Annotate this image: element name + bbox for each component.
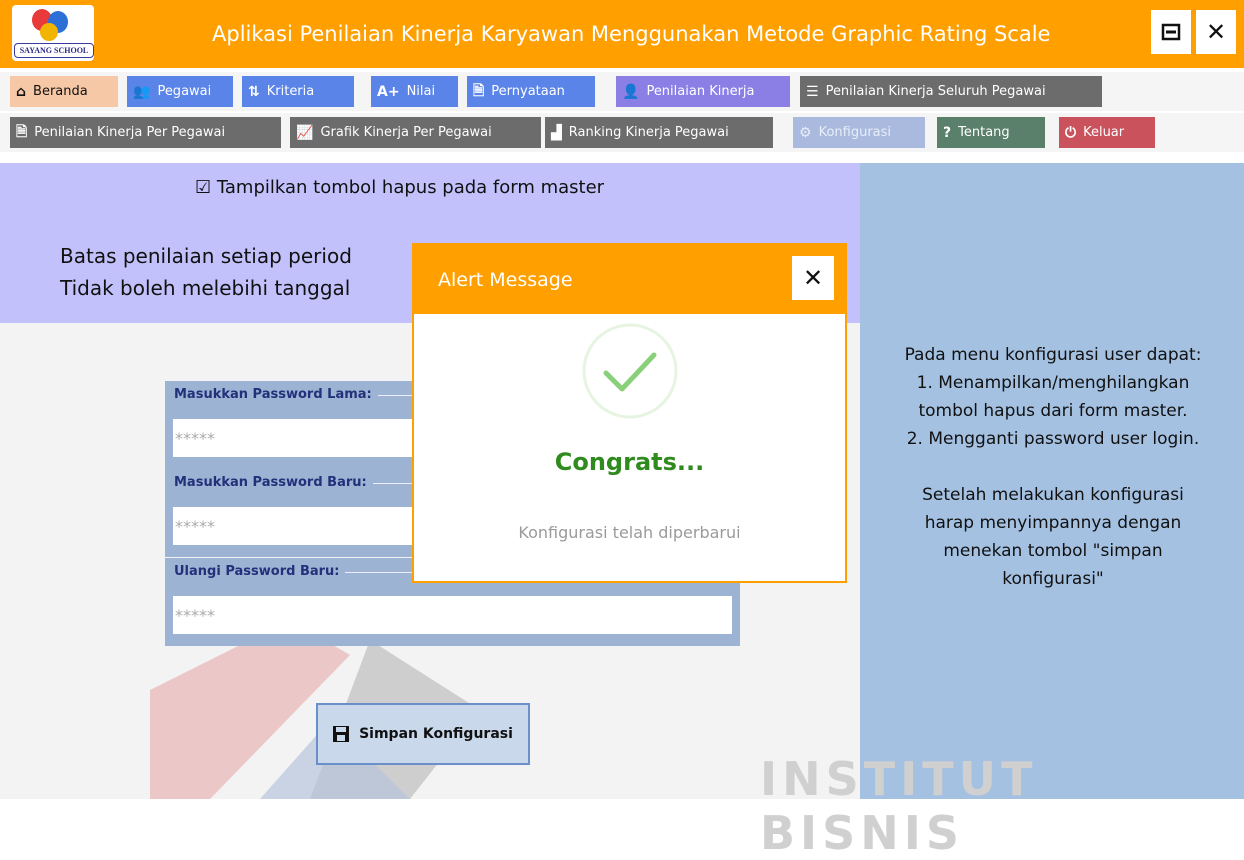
ranking-icon: ▟ [551, 124, 562, 141]
alert-title: Alert Message [438, 269, 573, 291]
chart-icon: 📈 [296, 124, 314, 141]
menu-penilaian-kinerja-per-pegawai[interactable]: 🗎 Penilaian Kinerja Per Pegawai [10, 117, 281, 148]
menu-pegawai[interactable]: 👥 Pegawai [127, 76, 233, 107]
minimize-icon [1161, 23, 1181, 41]
menu-pernyataan[interactable]: 🗎 Pernyataan [467, 76, 595, 107]
menu-grafik-kinerja-per-pegawai[interactable]: 📈 Grafik Kinerja Per Pegawai [290, 117, 541, 148]
repeat-password-label: Ulangi Password Baru: [174, 564, 346, 579]
menu-beranda[interactable]: ⌂ Beranda [10, 76, 118, 107]
document-icon: 🗎 [16, 123, 28, 140]
alert-header: Alert Message ✕ [414, 245, 845, 314]
menu-tentang[interactable]: ? Tentang [937, 117, 1045, 148]
help-text: Pada menu konfigurasi user dapat: 1. Men… [904, 345, 1202, 589]
menu-penilaian-kinerja[interactable]: 👤 Penilaian Kinerja [616, 76, 790, 107]
home-icon: ⌂ [16, 83, 27, 100]
save-icon [333, 726, 350, 742]
grade-icon: A+ [377, 83, 400, 100]
repeat-password-field[interactable] [173, 596, 732, 634]
school-logo: SAYANG SCHOOL [12, 5, 94, 61]
app-title: Aplikasi Penilaian Kinerja Karyawan Meng… [212, 22, 1051, 46]
checkbox-checked-icon: ☑ [195, 177, 212, 198]
close-icon: ✕ [1205, 18, 1227, 46]
users-icon: 👥 [133, 83, 151, 100]
close-icon: ✕ [802, 264, 824, 292]
menu-row-1: ⌂ Beranda 👥 Pegawai ⇅ Kriteria A+ Nilai 🗎 Per… [0, 72, 1244, 111]
power-icon: ⏻ [1065, 124, 1077, 141]
save-configuration-button[interactable]: Simpan Konfigurasi [316, 703, 530, 765]
show-delete-label: Tampilkan tombol hapus pada form master [216, 177, 605, 198]
show-delete-checkbox[interactable]: ☑ Tampilkan tombol hapus pada form maste… [195, 177, 604, 198]
menu-konfigurasi[interactable]: ⚙ Konfigurasi [793, 117, 925, 148]
alert-close-button[interactable]: ✕ [792, 256, 834, 300]
new-password-label: Masukkan Password Baru: [174, 475, 373, 490]
alert-dialog: Alert Message ✕ Congrats... Konfigurasi … [412, 243, 847, 583]
menu-ranking-kinerja-pegawai[interactable]: ▟ Ranking Kinerja Pegawai [545, 117, 773, 148]
alert-heading: Congrats... [554, 448, 705, 476]
period-limit-text: Batas penilaian setiap period Tidak bole… [60, 244, 352, 300]
menu-keluar[interactable]: ⏻ Keluar [1059, 117, 1155, 148]
minimize-button[interactable] [1151, 10, 1191, 54]
menu-row-2: 🗎 Penilaian Kinerja Per Pegawai 📈 Grafik K… [0, 113, 1244, 152]
menu-kriteria[interactable]: ⇅ Kriteria [242, 76, 354, 107]
menu-nilai[interactable]: A+ Nilai [371, 76, 458, 107]
old-password-label: Masukkan Password Lama: [174, 387, 378, 402]
success-checkmark-icon [582, 323, 678, 419]
menu-penilaian-kinerja-seluruh-pegawai[interactable]: ☰ Penilaian Kinerja Seluruh Pegawai [800, 76, 1102, 107]
gear-icon: ⚙ [799, 124, 812, 141]
person-icon: 👤 [622, 83, 640, 100]
watermark-text: INSTITUT BISNIS [760, 752, 1038, 860]
close-window-button[interactable]: ✕ [1196, 10, 1236, 54]
sort-az-icon: ⇅ [248, 83, 260, 100]
alert-message: Konfigurasi telah diperbarui [518, 523, 741, 542]
list-icon: ☰ [806, 83, 819, 100]
document-icon: 🗎 [473, 82, 485, 99]
title-bar: SAYANG SCHOOL Aplikasi Penilaian Kinerja… [0, 0, 1244, 68]
question-icon: ? [943, 124, 952, 141]
